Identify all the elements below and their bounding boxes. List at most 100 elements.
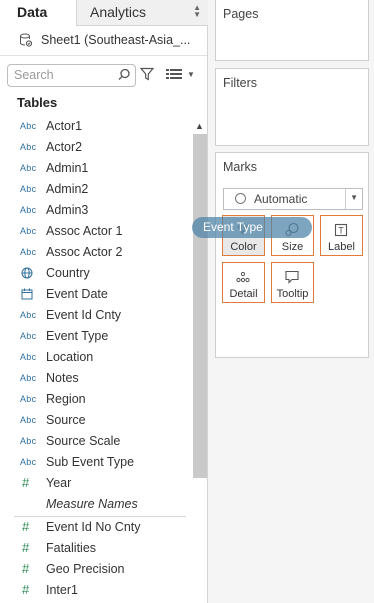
field-name: Geo Precision [46, 562, 125, 576]
field-name: Year [46, 476, 72, 490]
datasource-icon [20, 33, 32, 47]
tab-data[interactable]: Data [0, 0, 76, 26]
field-name: Region [46, 392, 86, 406]
field-item[interactable]: # Geo Precision [0, 559, 186, 580]
size-label: Size [281, 241, 304, 253]
circle-icon [235, 193, 246, 204]
field-name: Event Id Cnty [46, 308, 122, 322]
globe-icon [21, 267, 33, 279]
field-item[interactable]: Abc Location [0, 347, 186, 368]
mark-type-dropdown[interactable]: Automatic ▼ [223, 188, 363, 210]
field-item[interactable]: Abc Assoc Actor 2 [0, 242, 186, 263]
filters-title: Filters [223, 76, 258, 90]
chevron-down-icon[interactable]: ▼ [187, 70, 195, 79]
filter-icon[interactable] [140, 67, 154, 81]
tooltip-label: Tooltip [276, 288, 309, 300]
filters-shelf[interactable]: Filters [215, 68, 369, 146]
dropdown-divider [345, 189, 346, 209]
field-item[interactable]: Abc Admin1 [0, 158, 186, 179]
string-type-icon: Abc [20, 415, 37, 425]
tab-analytics[interactable]: Analytics ▲ ▼ [76, 0, 208, 26]
field-name: Assoc Actor 2 [46, 245, 123, 259]
scroll-up-arrow-icon[interactable]: ▲ [195, 121, 204, 131]
string-type-icon: Abc [20, 352, 37, 362]
field-item[interactable]: Abc Event Type [0, 326, 186, 347]
field-item[interactable]: # Event Id No Cnty [0, 517, 186, 538]
field-name: Notes [46, 371, 79, 385]
search-input[interactable] [14, 67, 114, 82]
detail-label: Detail [229, 288, 258, 300]
field-name: Source Scale [46, 434, 121, 448]
pages-shelf[interactable]: Pages [215, 0, 369, 61]
up-down-arrows-icon[interactable]: ▲ ▼ [193, 4, 201, 19]
field-name: Event Date [46, 287, 108, 301]
string-type-icon: Abc [20, 310, 37, 320]
field-name: Event Type [46, 329, 109, 343]
field-item[interactable]: Abc Actor2 [0, 137, 186, 158]
measures-divider [14, 516, 186, 517]
field-item[interactable]: Abc Notes [0, 368, 186, 389]
field-name: Location [46, 350, 94, 364]
search-box[interactable] [7, 64, 136, 87]
field-name: Country [46, 266, 90, 280]
number-type-icon: # [22, 519, 30, 534]
field-item[interactable]: # Fatalities [0, 538, 186, 559]
scrollbar-thumb[interactable] [193, 134, 207, 478]
search-icon[interactable] [118, 68, 131, 81]
dragged-field-label: Event Type [203, 220, 263, 234]
tooltip-button[interactable]: Tooltip [271, 262, 314, 303]
string-type-icon: Abc [20, 436, 37, 446]
field-item[interactable]: Abc Region [0, 389, 186, 410]
field-name: Actor1 [46, 119, 83, 133]
marks-card: Marks Automatic ▼ Color Size T Label Det… [215, 152, 369, 358]
field-item[interactable]: Event Date [0, 284, 186, 305]
tables-heading: Tables [17, 95, 58, 110]
field-item[interactable]: Abc Assoc Actor 1 [0, 221, 186, 242]
number-type-icon: # [22, 540, 30, 555]
field-item[interactable]: Abc Admin3 [0, 200, 186, 221]
field-item[interactable]: # Year [0, 473, 186, 494]
list-view-icon[interactable] [166, 68, 182, 80]
data-pane: Data Analytics ▲ ▼ Sheet1 (Southeast-Asia… [0, 0, 208, 603]
field-name: Source [46, 413, 86, 427]
datasource-name: Sheet1 (Southeast-Asia_... [41, 33, 191, 47]
marks-title: Marks [223, 160, 258, 174]
field-item[interactable]: Abc Source [0, 410, 186, 431]
label-label: Label [328, 241, 355, 253]
field-item[interactable]: Abc Actor1 [0, 116, 186, 137]
datasource-row[interactable]: Sheet1 (Southeast-Asia_... [0, 30, 207, 52]
shelves-pane: Pages Filters Marks Automatic ▼ Color Si… [208, 0, 374, 603]
color-label: Color [230, 241, 257, 253]
dragged-field-pill[interactable]: Event Type [192, 217, 312, 238]
string-type-icon: Abc [20, 373, 37, 383]
field-item[interactable]: Abc Event Id Cnty [0, 305, 186, 326]
string-type-icon: Abc [20, 457, 37, 467]
string-type-icon: Abc [20, 205, 37, 215]
label-text-icon: T [334, 223, 348, 237]
field-item[interactable]: Country [0, 263, 186, 284]
detail-button[interactable]: Detail [222, 262, 265, 303]
string-type-icon: Abc [20, 121, 37, 131]
string-type-icon: Abc [20, 184, 37, 194]
tab-data-label: Data [17, 4, 48, 20]
field-item[interactable]: Abc Sub Event Type [0, 452, 186, 473]
string-type-icon: Abc [20, 331, 37, 341]
number-type-icon: # [22, 582, 30, 597]
label-button[interactable]: T Label [320, 215, 363, 256]
field-name: Admin2 [46, 182, 89, 196]
field-item[interactable]: # Inter1 [0, 580, 186, 601]
field-name: Event Id No Cnty [46, 520, 141, 534]
string-type-icon: Abc [20, 226, 37, 236]
field-item[interactable]: Abc Source Scale [0, 431, 186, 452]
field-item[interactable]: Measure Names [0, 494, 186, 515]
number-type-icon: # [22, 561, 30, 576]
field-name: Sub Event Type [46, 455, 135, 469]
field-name: Actor2 [46, 140, 83, 154]
chevron-down-icon[interactable]: ▼ [350, 193, 358, 202]
tooltip-icon [285, 270, 299, 284]
field-item[interactable]: Abc Admin2 [0, 179, 186, 200]
field-name: Inter1 [46, 583, 78, 597]
pages-title: Pages [223, 7, 259, 21]
field-name: Measure Names [46, 497, 138, 511]
field-name: Admin3 [46, 203, 89, 217]
